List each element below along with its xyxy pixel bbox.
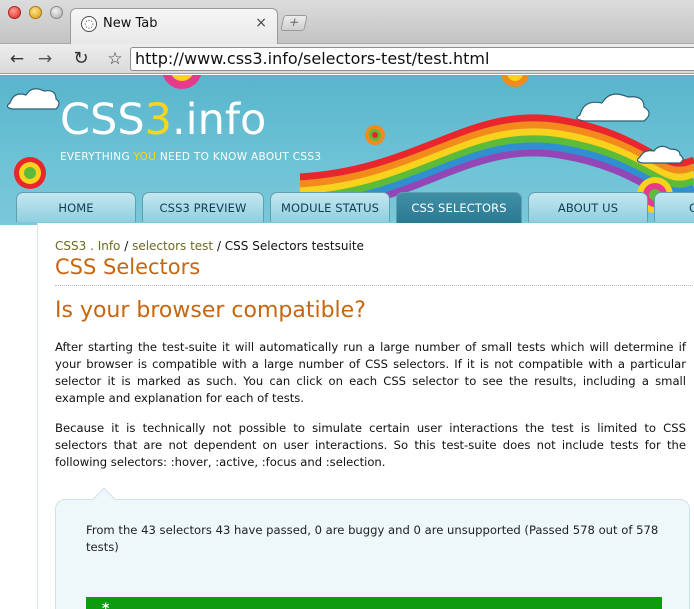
section-heading: Is your browser compatible? xyxy=(55,298,366,323)
site-navigation: HOME CSS3 PREVIEW MODULE STATUS CSS SELE… xyxy=(0,192,694,245)
site-logo[interactable]: CSS3.info xyxy=(60,95,266,145)
panel-pointer xyxy=(92,487,116,511)
selector-name: * xyxy=(102,601,110,609)
bookmark-star-icon[interactable]: ☆ xyxy=(104,48,126,70)
site-tagline: EVERYTHING YOU NEED TO KNOW ABOUT CSS3 xyxy=(60,151,322,163)
intro-paragraph: After starting the test-suite it will au… xyxy=(55,340,686,405)
breadcrumb-home-link[interactable]: CSS3 . Info xyxy=(55,239,120,253)
browser-toolbar: ← → ↻ ☆ http://www.css3.info/selectors-t… xyxy=(0,44,694,74)
divider xyxy=(55,285,694,286)
nav-css3-preview[interactable]: CSS3 PREVIEW xyxy=(142,192,264,222)
globe-icon: ◌ xyxy=(81,16,97,32)
page-title: CSS Selectors xyxy=(55,255,201,279)
nav-module-status[interactable]: MODULE STATUS xyxy=(270,192,390,222)
close-tab-icon[interactable]: × xyxy=(255,15,267,31)
results-panel: From the 43 selectors 43 have passed, 0 … xyxy=(55,487,690,609)
breadcrumb-separator: / xyxy=(213,239,225,253)
breadcrumb: CSS3 . Info / selectors test / CSS Selec… xyxy=(55,239,364,253)
nav-home[interactable]: HOME xyxy=(16,192,136,222)
tab-title: New Tab xyxy=(103,16,158,31)
nav-about-us[interactable]: ABOUT US xyxy=(528,192,648,222)
results-summary: From the 43 selectors 43 have passed, 0 … xyxy=(86,523,659,554)
minimize-window-button[interactable] xyxy=(29,6,42,19)
close-window-button[interactable] xyxy=(8,6,21,19)
forward-button[interactable]: → xyxy=(34,48,56,70)
main-content: CSS3 . Info / selectors test / CSS Selec… xyxy=(37,223,694,609)
zoom-window-button[interactable] xyxy=(50,6,63,19)
window-titlebar: ◌ New Tab × + xyxy=(0,0,694,44)
nav-more[interactable]: C xyxy=(654,192,694,222)
nav-css-selectors-test[interactable]: CSS SELECTORS TEST xyxy=(396,192,522,245)
back-button[interactable]: ← xyxy=(6,48,28,70)
breadcrumb-current: CSS Selectors testsuite xyxy=(224,239,364,253)
browser-tab[interactable]: ◌ New Tab × xyxy=(70,8,278,44)
reload-button[interactable]: ↻ xyxy=(70,48,92,70)
address-bar[interactable]: http://www.css3.info/selectors-test/test… xyxy=(130,47,694,71)
selector-result-row[interactable]: * xyxy=(86,597,662,609)
web-page: CSS3.info EVERYTHING YOU NEED TO KNOW AB… xyxy=(0,75,694,609)
breadcrumb-section-link[interactable]: selectors test xyxy=(132,239,213,253)
new-tab-button[interactable]: + xyxy=(280,15,308,31)
limitations-paragraph: Because it is technically not possible t… xyxy=(55,421,686,469)
breadcrumb-separator: / xyxy=(120,239,133,253)
